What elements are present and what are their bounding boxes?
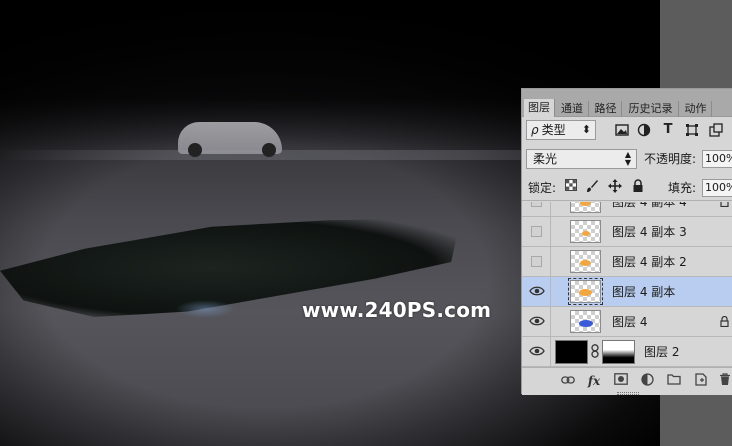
blend-opacity-row: 柔光 ▲▼ 不透明度: 100% bbox=[522, 146, 732, 174]
lock-fill-row: 锁定: 填充: 100% bbox=[522, 175, 732, 201]
layer-name: 图层 4 副本 4 bbox=[612, 202, 687, 209]
layer-filter-select[interactable]: ρ 类型 ⬍ bbox=[526, 120, 596, 140]
fill-label: 填充: bbox=[668, 181, 697, 195]
adjustment-filter-icon[interactable] bbox=[637, 123, 651, 137]
filter-type-label: 类型 bbox=[541, 123, 566, 137]
watermark-text: www.240PS.com bbox=[302, 298, 492, 322]
new-layer-icon[interactable] bbox=[693, 373, 709, 389]
water-reflection bbox=[175, 300, 235, 318]
visibility-off-box bbox=[531, 202, 542, 207]
layers-panel: 图层 通道 路径 历史记录 动作 ρ 类型 ⬍ T 柔光 ▲ ▼ 不透明度: 100 bbox=[521, 88, 732, 395]
visibility-toggle[interactable] bbox=[522, 307, 551, 336]
lock-position-move-icon[interactable] bbox=[608, 179, 622, 193]
up-down-arrows-icon: ▲ ▼ bbox=[624, 150, 631, 167]
visibility-off-box bbox=[531, 256, 542, 267]
layer-name: 图层 4 副本 2 bbox=[612, 255, 687, 269]
layer-row[interactable]: 图层 2 bbox=[522, 337, 732, 367]
layer-style-fx-icon[interactable]: fx bbox=[586, 373, 602, 389]
layers-panel-footer: fx bbox=[522, 367, 732, 395]
type-filter-icon[interactable]: T bbox=[661, 123, 675, 137]
car-wheel bbox=[188, 143, 202, 157]
opacity-input[interactable]: 100% bbox=[702, 150, 732, 168]
thumbnail-blob bbox=[580, 260, 591, 266]
lock-transparent-pixels-icon[interactable] bbox=[564, 179, 578, 193]
adjustment-layer-icon[interactable] bbox=[639, 373, 655, 389]
layer-row[interactable]: 图层 4 副本 2 bbox=[522, 247, 732, 277]
visibility-toggle[interactable] bbox=[522, 337, 551, 366]
layer-thumbnail bbox=[570, 202, 601, 213]
layer-name: 图层 4 bbox=[612, 315, 648, 329]
layer-name: 图层 2 bbox=[644, 345, 680, 359]
smart-object-filter-icon[interactable] bbox=[709, 123, 723, 137]
eye-icon bbox=[529, 286, 545, 296]
image-filter-icon[interactable] bbox=[615, 123, 629, 137]
visibility-toggle[interactable] bbox=[522, 277, 551, 306]
panel-tabbar: 图层 通道 路径 历史记录 动作 bbox=[522, 89, 732, 117]
delete-layer-trash-icon[interactable] bbox=[717, 373, 732, 389]
layer-row[interactable]: 图层 4 bbox=[522, 307, 732, 337]
tab-actions[interactable]: 动作 bbox=[680, 101, 712, 117]
visibility-toggle[interactable] bbox=[522, 247, 551, 276]
search-icon: ρ bbox=[531, 123, 539, 137]
visibility-toggle[interactable] bbox=[522, 202, 551, 216]
layer-thumbnail bbox=[570, 250, 601, 273]
layer-thumbnail bbox=[568, 278, 603, 305]
layer-thumbnail bbox=[570, 220, 601, 243]
thumbnail-blob bbox=[579, 320, 593, 327]
tab-channels[interactable]: 通道 bbox=[556, 101, 589, 117]
new-group-folder-icon[interactable] bbox=[666, 373, 682, 389]
link-layers-icon[interactable] bbox=[560, 373, 576, 389]
lock-all-icon[interactable] bbox=[631, 179, 645, 193]
layer-name: 图层 4 副本 bbox=[612, 285, 676, 299]
layer-name: 图层 4 副本 3 bbox=[612, 225, 687, 239]
tab-history[interactable]: 历史记录 bbox=[623, 101, 679, 117]
shape-filter-icon[interactable] bbox=[685, 123, 699, 137]
blend-mode-select[interactable]: 柔光 ▲ ▼ bbox=[526, 149, 637, 169]
up-down-arrows-icon: ⬍ bbox=[581, 123, 591, 136]
layer-lock-icon bbox=[720, 202, 729, 211]
thumbnail-blob bbox=[582, 231, 590, 236]
layer-thumbnail bbox=[555, 340, 588, 364]
tab-layers[interactable]: 图层 bbox=[524, 99, 555, 117]
layer-row[interactable]: 图层 4 副本 3 bbox=[522, 217, 732, 247]
layer-row[interactable]: 图层 4 副本 4 bbox=[522, 202, 732, 217]
thumbnail-blob bbox=[579, 289, 592, 296]
visibility-toggle[interactable] bbox=[522, 217, 551, 246]
layers-list: 图层 4 副本 4 图层 4 副本 3 图层 4 副本 2 图层 4 副本 图层… bbox=[522, 202, 732, 367]
eye-icon bbox=[529, 346, 545, 356]
tab-paths[interactable]: 路径 bbox=[590, 101, 622, 117]
fill-input[interactable]: 100% bbox=[702, 179, 732, 197]
visibility-off-box bbox=[531, 226, 542, 237]
layer-thumbnail bbox=[570, 310, 601, 333]
lock-label: 锁定: bbox=[528, 181, 557, 195]
layer-mask-thumbnail[interactable] bbox=[602, 340, 635, 364]
panel-resize-grip[interactable] bbox=[617, 392, 639, 395]
opacity-label: 不透明度: bbox=[644, 152, 697, 166]
car-wheel bbox=[262, 143, 276, 157]
eye-icon bbox=[529, 316, 545, 326]
thumbnail-blob bbox=[580, 202, 591, 206]
add-mask-icon[interactable] bbox=[613, 373, 629, 389]
lock-image-pixels-brush-icon[interactable] bbox=[585, 179, 599, 193]
mask-link-chain-icon[interactable] bbox=[591, 344, 599, 362]
layer-filter-row: ρ 类型 ⬍ T bbox=[522, 117, 732, 145]
layer-lock-icon bbox=[720, 315, 729, 331]
layer-row-selected[interactable]: 图层 4 副本 bbox=[522, 277, 732, 307]
blend-mode-value: 柔光 bbox=[533, 152, 558, 166]
